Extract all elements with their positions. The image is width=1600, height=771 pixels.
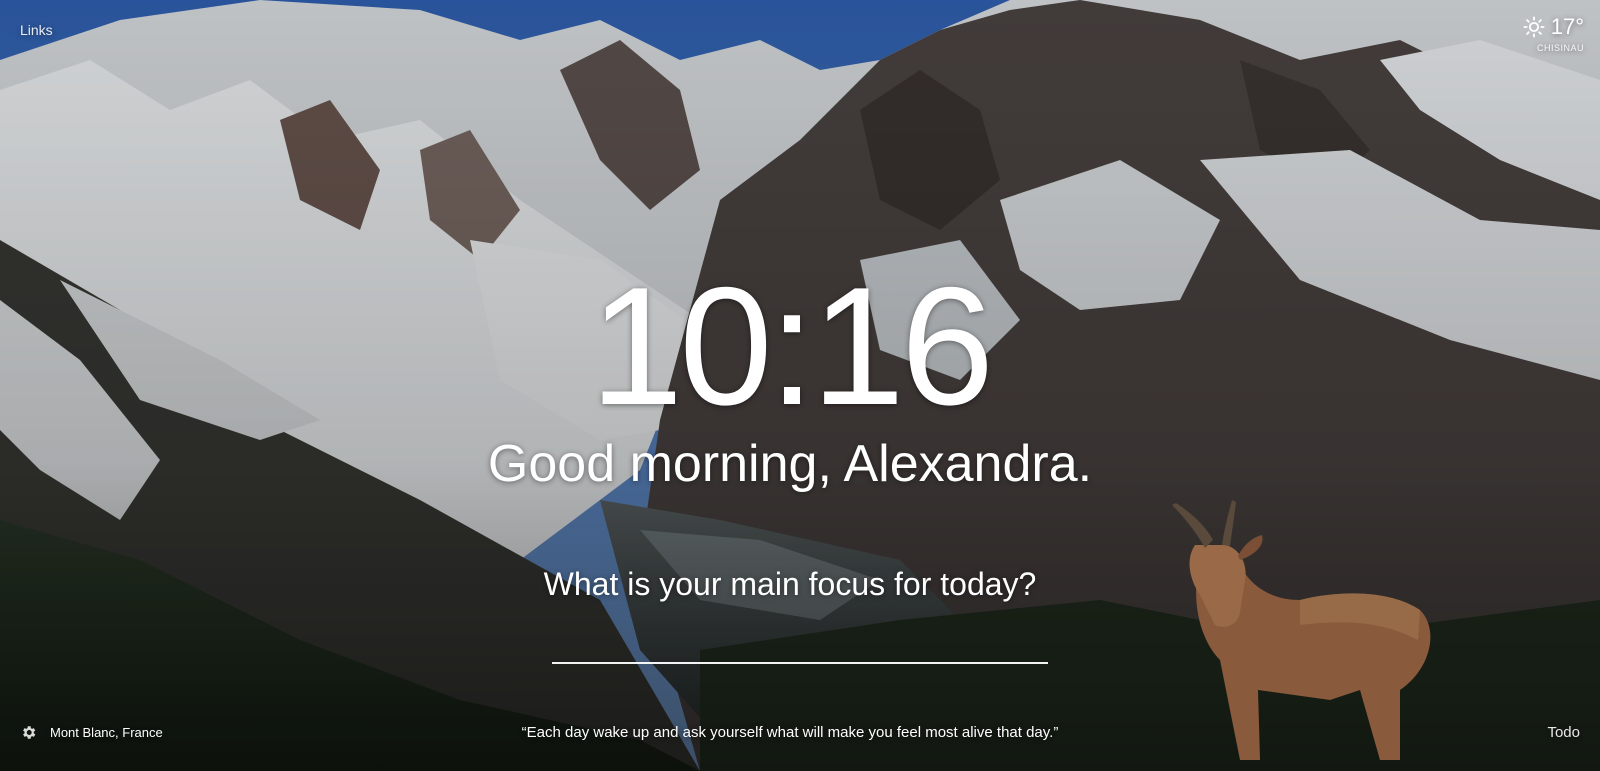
quote-text[interactable]: “Each day wake up and ask yourself what …: [0, 724, 1580, 741]
focus-prompt: What is your main focus for today?: [543, 566, 1037, 602]
sun-icon: [1523, 16, 1545, 38]
weather-temperature: 17°: [1550, 14, 1584, 39]
clock-time[interactable]: 10:16: [0, 262, 1580, 430]
weather-widget[interactable]: 17° CHISINAU: [1474, 14, 1584, 58]
focus-input[interactable]: [552, 608, 1048, 664]
weather-location: CHISINAU: [1536, 43, 1584, 53]
greeting-text[interactable]: Good morning, Alexandra.: [0, 438, 1580, 490]
todo-button[interactable]: Todo: [1547, 724, 1580, 741]
links-button[interactable]: Links: [20, 22, 53, 38]
weather-summary[interactable]: 17°: [1523, 14, 1584, 40]
